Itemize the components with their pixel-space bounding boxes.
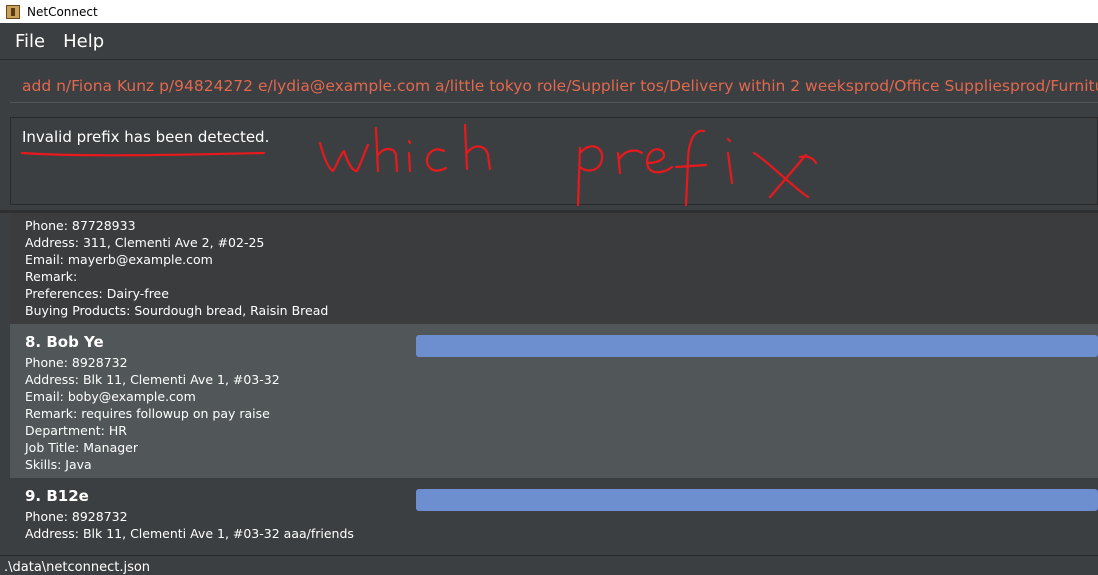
letter-h2: [463, 123, 492, 171]
title-bar: NetConnect: [0, 0, 1098, 23]
person-card[interactable]: 8. Bob Ye Phone: 8928732 Address: Blk 11…: [10, 324, 1098, 478]
tag-bar: [416, 335, 1098, 357]
person-card[interactable]: Phone: 87728933 Address: 311, Clementi A…: [10, 213, 1098, 324]
letter-h1: [374, 126, 399, 173]
menu-help[interactable]: Help: [54, 31, 113, 52]
command-input[interactable]: [10, 69, 1098, 103]
netconnect-app-icon: [6, 4, 20, 19]
result-display-area: Invalid prefix has been detected.: [0, 113, 1098, 210]
person-card[interactable]: 9. B12e Phone: 8928732 Address: Blk 11, …: [10, 478, 1098, 555]
person-job-title: Job Title: Manager: [25, 440, 139, 455]
underline-stroke: [20, 151, 266, 157]
menu-file[interactable]: File: [6, 31, 54, 52]
person-email: Email: mayerb@example.com: [25, 252, 213, 267]
letter-i: [407, 139, 412, 173]
letter-i2: [726, 137, 734, 185]
person-address: Address: Blk 11, Clementi Ave 1, #03-32 …: [25, 526, 354, 541]
person-preferences: Preferences: Dairy-free: [25, 286, 169, 301]
data-file-path: .\data\netconnect.json: [4, 560, 151, 575]
person-buying-products: Buying Products: Sourdough bread, Raisin…: [25, 303, 329, 318]
letter-f: [674, 129, 708, 207]
person-phone: Phone: 8928732: [25, 355, 128, 370]
letter-x: [752, 151, 810, 199]
letter-p: [576, 145, 604, 207]
letter-w: [318, 141, 370, 173]
status-bar: .\data\netconnect.json: [0, 555, 1098, 575]
person-name: 9. B12e: [25, 487, 89, 505]
letter-c: [425, 148, 448, 172]
person-address: Address: Blk 11, Clementi Ave 1, #03-32: [25, 372, 280, 387]
letter-r: [616, 149, 644, 175]
tag-bar: [416, 489, 1098, 511]
person-list[interactable]: Phone: 87728933 Address: 311, Clementi A…: [0, 210, 1098, 555]
window-title: NetConnect: [27, 4, 98, 19]
person-department: Department: HR: [25, 423, 127, 438]
menu-bar: File Help: [0, 23, 1098, 59]
person-skills: Skills: Java: [25, 457, 92, 472]
handwritten-annotation: [20, 123, 818, 207]
command-box: [0, 59, 1098, 113]
person-name: 8. Bob Ye: [25, 333, 104, 351]
person-phone: Phone: 8928732: [25, 509, 128, 524]
person-email: Email: boby@example.com: [25, 389, 196, 404]
person-address: Address: 311, Clementi Ave 2, #02-25: [25, 235, 265, 250]
letter-e: [646, 148, 674, 174]
person-remark: Remark: requires followup on pay raise: [25, 406, 270, 421]
person-remark: Remark:: [25, 269, 78, 284]
person-phone: Phone: 87728933: [25, 218, 136, 233]
